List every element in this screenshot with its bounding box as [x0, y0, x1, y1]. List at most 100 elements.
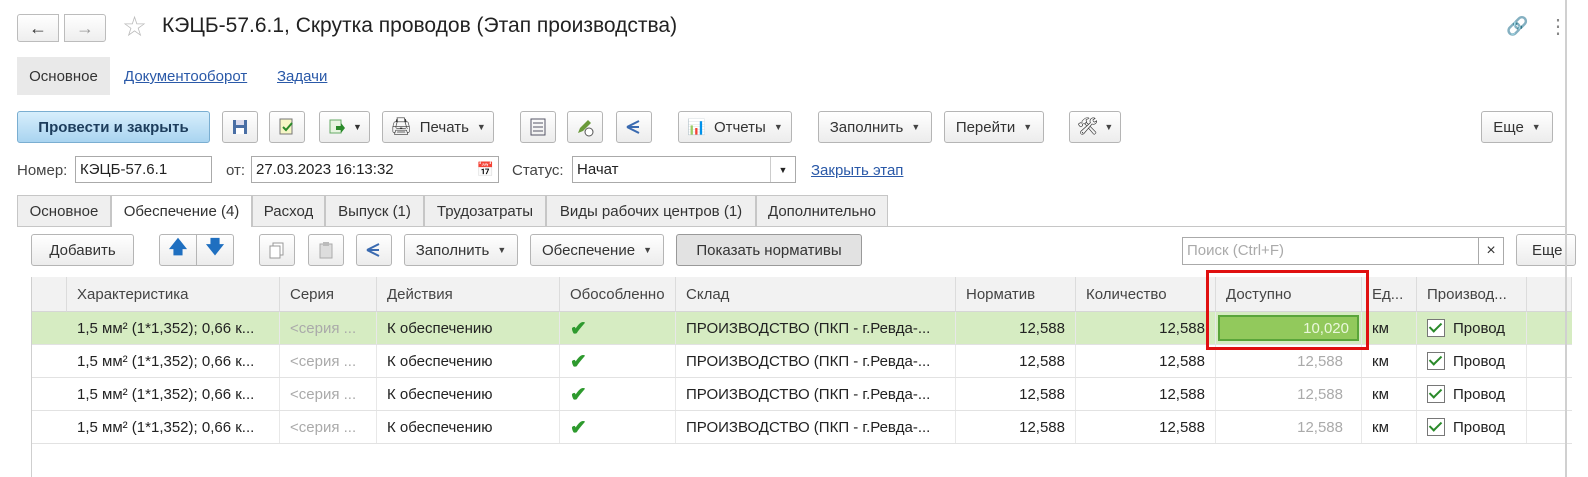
tab-labor[interactable]: Трудозатраты	[424, 195, 546, 226]
vertical-scrollbar[interactable]	[1565, 0, 1567, 477]
table-fill-button[interactable]: Заполнить ▼	[404, 234, 518, 266]
provision-button[interactable]: Обеспечение ▼	[530, 234, 664, 266]
goto-button[interactable]: Перейти ▼	[944, 111, 1044, 143]
cell-actions[interactable]: К обеспечению	[377, 411, 560, 443]
checkbox-checked-icon[interactable]	[1427, 352, 1445, 370]
cell-available[interactable]: 12,588	[1216, 378, 1362, 410]
number-field[interactable]: КЭЦБ-57.6.1	[75, 156, 212, 183]
cell-series[interactable]: <серия ...	[280, 378, 377, 410]
structure-table-button[interactable]	[356, 234, 392, 266]
tab-work-centers[interactable]: Виды рабочих центров (1)	[546, 195, 756, 226]
move-down-button[interactable]: 🡇	[196, 234, 234, 266]
date-field[interactable]: 27.03.2023 16:13:32 📅	[251, 156, 499, 183]
nav-link-tasks[interactable]: Задачи	[277, 68, 327, 85]
cell-unit[interactable]: км	[1362, 378, 1417, 410]
show-norms-button[interactable]: Показать нормативы	[676, 234, 862, 266]
cell-production[interactable]: Провод	[1417, 411, 1527, 443]
table-row[interactable]: 1,5 мм² (1*1,352); 0,66 к... <серия ... …	[32, 378, 1572, 411]
nav-link-docflow[interactable]: Документооборот	[124, 68, 247, 85]
cell-norm[interactable]: 12,588	[956, 345, 1076, 377]
cell-characteristic[interactable]: 1,5 мм² (1*1,352); 0,66 к...	[67, 378, 280, 410]
copy-row-button[interactable]	[259, 234, 295, 266]
create-based-on-button[interactable]: ▼	[319, 111, 370, 143]
cell-production[interactable]: Провод	[1417, 345, 1527, 377]
link-icon[interactable]: 🔗	[1506, 16, 1528, 37]
cell-characteristic[interactable]: 1,5 мм² (1*1,352); 0,66 к...	[67, 345, 280, 377]
column-header-norm[interactable]: Норматив	[956, 277, 1076, 312]
cell-warehouse[interactable]: ПРОИЗВОДСТВО (ПКП - г.Ревда-...	[676, 378, 956, 410]
cell-unit[interactable]: км	[1362, 345, 1417, 377]
nav-tab-main[interactable]: Основное	[17, 57, 110, 95]
post-button[interactable]	[269, 111, 305, 143]
cell-warehouse[interactable]: ПРОИЗВОДСТВО (ПКП - г.Ревда-...	[676, 411, 956, 443]
checkbox-checked-icon[interactable]	[1427, 385, 1445, 403]
tab-main[interactable]: Основное	[17, 195, 111, 226]
cell-norm[interactable]: 12,588	[956, 411, 1076, 443]
cell-characteristic[interactable]: 1,5 мм² (1*1,352); 0,66 к...	[67, 411, 280, 443]
cell-quantity[interactable]: 12,588	[1076, 345, 1216, 377]
tab-output[interactable]: Выпуск (1)	[325, 195, 424, 226]
forward-button[interactable]: →	[64, 14, 106, 42]
column-header-unit[interactable]: Ед...	[1362, 277, 1417, 312]
save-button[interactable]	[222, 111, 258, 143]
edit-history-button[interactable]	[567, 111, 603, 143]
column-header-characteristic[interactable]: Характеристика	[67, 277, 280, 312]
paste-row-button[interactable]	[308, 234, 344, 266]
cell-available[interactable]: 12,588	[1216, 411, 1362, 443]
cell-quantity[interactable]: 12,588	[1076, 411, 1216, 443]
cell-separate[interactable]: ✔	[560, 411, 676, 443]
search-clear-button[interactable]: ×	[1478, 237, 1504, 265]
column-header-actions[interactable]: Действия	[377, 277, 560, 312]
chevron-down-icon[interactable]: ▼	[770, 157, 795, 182]
cell-separate[interactable]: ✔	[560, 345, 676, 377]
back-button[interactable]: ←	[17, 14, 59, 42]
cell-production[interactable]: Провод	[1417, 378, 1527, 410]
calendar-icon[interactable]: 📅	[477, 161, 494, 178]
cell-separate[interactable]: ✔	[560, 312, 676, 344]
column-header-quantity[interactable]: Количество	[1076, 277, 1216, 312]
status-select[interactable]: Начат ▼	[572, 156, 796, 183]
search-input[interactable]: Поиск (Ctrl+F)	[1182, 237, 1479, 265]
column-header-series[interactable]: Серия	[280, 277, 377, 312]
post-and-close-button[interactable]: Провести и закрыть	[17, 111, 210, 143]
structure-button[interactable]	[616, 111, 652, 143]
checkbox-checked-icon[interactable]	[1427, 418, 1445, 436]
cell-norm[interactable]: 12,588	[956, 312, 1076, 344]
favorite-star-icon[interactable]: ☆	[122, 10, 147, 43]
print-button[interactable]: 🖨 Печать ▼	[382, 111, 494, 143]
cell-warehouse[interactable]: ПРОИЗВОДСТВО (ПКП - г.Ревда-...	[676, 345, 956, 377]
more-button[interactable]: Еще ▼	[1481, 111, 1553, 143]
cell-quantity[interactable]: 12,588	[1076, 312, 1216, 344]
table-row[interactable]: 1,5 мм² (1*1,352); 0,66 к... <серия ... …	[32, 411, 1572, 444]
tab-provision[interactable]: Обеспечение (4)	[111, 195, 252, 227]
close-stage-link[interactable]: Закрыть этап	[811, 162, 903, 179]
status-label: Статус:	[512, 162, 564, 179]
column-header-warehouse[interactable]: Склад	[676, 277, 956, 312]
table-more-button[interactable]: Еще	[1516, 234, 1576, 266]
cell-quantity[interactable]: 12,588	[1076, 378, 1216, 410]
cell-series[interactable]: <серия ...	[280, 345, 377, 377]
cell-actions[interactable]: К обеспечению	[377, 345, 560, 377]
cell-unit[interactable]: км	[1362, 411, 1417, 443]
cell-separate[interactable]: ✔	[560, 378, 676, 410]
cell-production[interactable]: Провод	[1417, 312, 1527, 344]
checkbox-checked-icon[interactable]	[1427, 319, 1445, 337]
list-button[interactable]	[520, 111, 556, 143]
column-header-production[interactable]: Производ...	[1417, 277, 1527, 312]
cell-series[interactable]: <серия ...	[280, 411, 377, 443]
add-row-button[interactable]: Добавить	[31, 234, 134, 266]
cell-characteristic[interactable]: 1,5 мм² (1*1,352); 0,66 к...	[67, 312, 280, 344]
cell-norm[interactable]: 12,588	[956, 378, 1076, 410]
cell-warehouse[interactable]: ПРОИЗВОДСТВО (ПКП - г.Ревда-...	[676, 312, 956, 344]
fill-button[interactable]: Заполнить ▼	[818, 111, 932, 143]
tab-consumption[interactable]: Расход	[252, 195, 325, 226]
reports-button[interactable]: 📊 Отчеты ▼	[678, 111, 792, 143]
settings-button[interactable]: 🛠 ▼	[1069, 111, 1121, 143]
cell-series[interactable]: <серия ...	[280, 312, 377, 344]
cell-actions[interactable]: К обеспечению	[377, 378, 560, 410]
cell-actions[interactable]: К обеспечению	[377, 312, 560, 344]
cell-unit[interactable]: км	[1362, 312, 1417, 344]
tab-additional[interactable]: Дополнительно	[756, 195, 888, 226]
column-header-separate[interactable]: Обособленно	[560, 277, 676, 312]
move-up-button[interactable]: 🡅	[159, 234, 197, 266]
